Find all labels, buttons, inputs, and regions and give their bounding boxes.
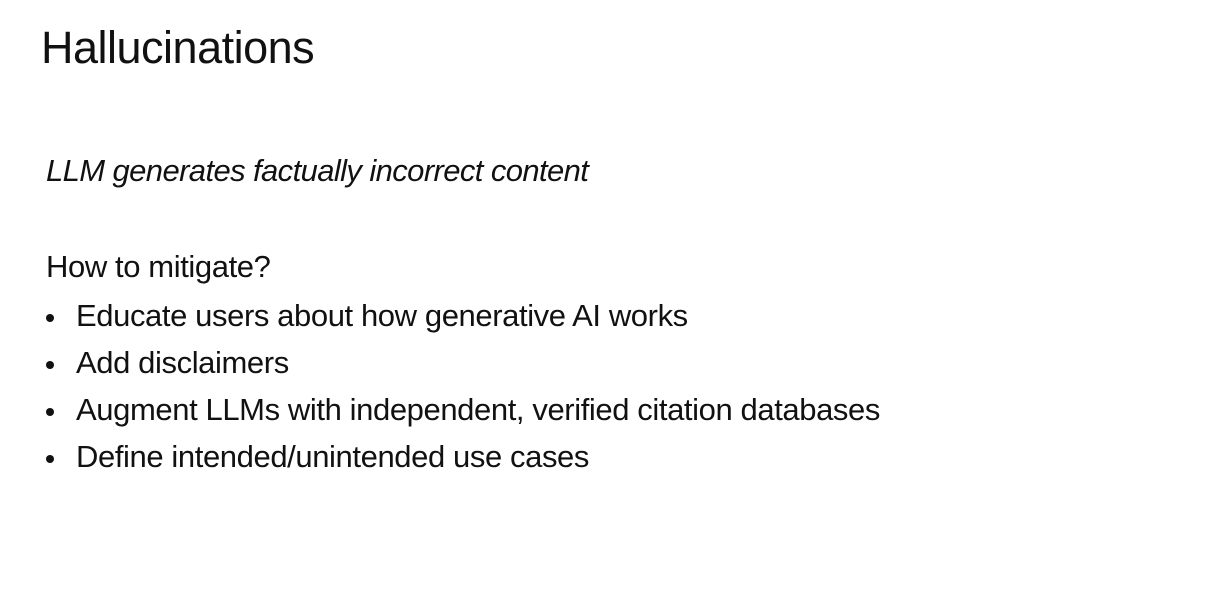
slide-title: Hallucinations [41,22,315,73]
list-item-text: Define intended/unintended use cases [76,438,589,474]
mitigation-question: How to mitigate? [46,249,271,284]
bullet-icon [46,407,54,416]
list-item-text: Educate users about how generative AI wo… [76,297,688,333]
list-item: Define intended/unintended use cases [46,433,880,480]
list-item: Augment LLMs with independent, verified … [46,386,880,433]
list-item-text: Add disclaimers [76,344,289,380]
list-item: Educate users about how generative AI wo… [46,292,880,339]
mitigation-list: Educate users about how generative AI wo… [46,292,880,480]
list-item-text: Augment LLMs with independent, verified … [76,391,880,427]
list-item: Add disclaimers [46,339,880,386]
slide-subtitle: LLM generates factually incorrect conten… [46,153,589,188]
bullet-icon [46,360,54,369]
slide: Hallucinations LLM generates factually i… [0,0,1206,600]
bullet-icon [46,454,54,463]
bullet-icon [46,313,54,322]
